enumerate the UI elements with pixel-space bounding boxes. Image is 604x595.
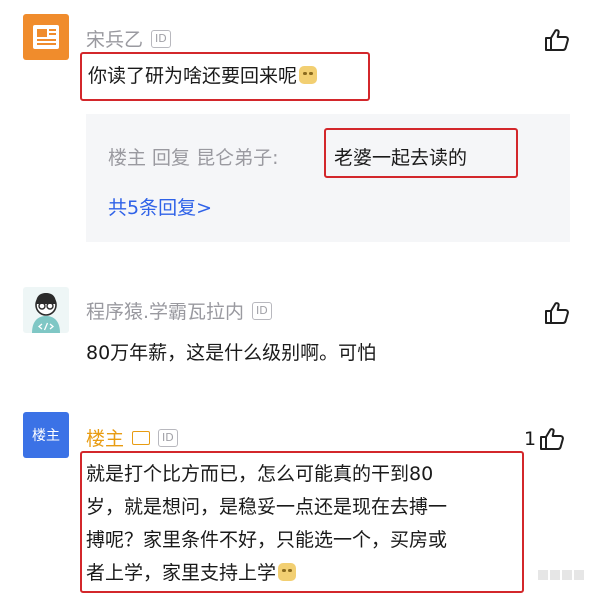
- like-button[interactable]: [544, 301, 570, 325]
- op-avatar[interactable]: 楼主: [23, 412, 69, 458]
- thumbs-up-icon: [545, 29, 569, 51]
- emoji-icon: [278, 563, 297, 581]
- id-badge-icon: ID: [252, 301, 272, 320]
- username[interactable]: 宋兵乙 ID: [86, 25, 171, 52]
- more-replies-link[interactable]: 共5条回复>: [108, 193, 212, 220]
- username-text[interactable]: 程序猿.学霸瓦拉内: [86, 301, 244, 323]
- reply-prefix: 楼主 回复 昆仑弟子:: [108, 147, 279, 169]
- thumbs-up-icon: [540, 428, 565, 450]
- comment-line: 就是打个比方而已，怎么可能真的干到80: [86, 463, 434, 485]
- username-text[interactable]: 楼主: [86, 428, 124, 450]
- user-avatar-songbingyi[interactable]: [23, 14, 69, 60]
- comment-text: 你读了研为啥还要回来呢: [88, 61, 318, 88]
- comment-text-content: 你读了研为啥还要回来呢: [88, 65, 298, 87]
- document-icon: [33, 25, 59, 49]
- username[interactable]: 楼主 ID: [86, 424, 178, 451]
- comment-line-last: 者上学，家里支持上学: [86, 557, 447, 590]
- comment-text: 就是打个比方而已，怎么可能真的干到80 岁，就是想问，是稳妥一点还是现在去搏一 …: [86, 458, 447, 590]
- id-badge-icon: ID: [158, 428, 178, 447]
- op-avatar-label: 楼主: [32, 428, 60, 444]
- username-text[interactable]: 宋兵乙: [86, 29, 143, 51]
- comment-line: 岁，就是想问，是稳妥一点还是现在去搏一: [86, 496, 448, 518]
- like-count: 1: [524, 428, 537, 450]
- comment-line: 者上学，家里支持上学: [86, 562, 277, 584]
- username[interactable]: 程序猿.学霸瓦拉内 ID: [86, 297, 272, 324]
- thumbs-up-icon: [545, 302, 569, 324]
- coder-avatar-icon: [32, 293, 60, 333]
- like-button[interactable]: 1: [524, 427, 565, 451]
- user-avatar-coder[interactable]: [23, 287, 69, 333]
- comment-text: 80万年薪，这是什么级别啊。可怕: [86, 342, 377, 364]
- image-badge-icon: [132, 430, 151, 445]
- emoji-icon: [299, 66, 318, 84]
- watermark: [538, 565, 598, 580]
- comment-line: 搏呢？家里条件不好，只能选一个，买房或: [86, 529, 448, 551]
- reply-text: 老婆一起去读的: [334, 147, 468, 169]
- like-button[interactable]: [544, 28, 570, 52]
- id-badge-icon: ID: [151, 29, 171, 48]
